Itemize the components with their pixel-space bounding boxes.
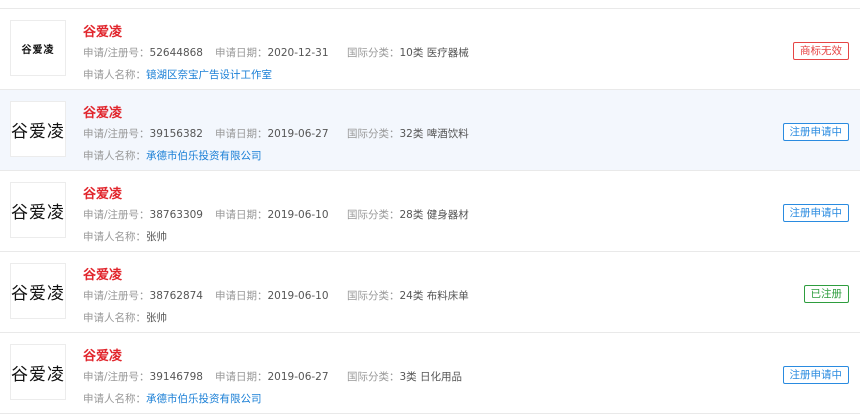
reg-no-label: 申请/注册号： [83,128,150,140]
intl-class-label: 国际分类： [347,371,400,383]
apply-date-label: 申请日期： [215,128,268,140]
trademark-logo[interactable]: 谷爱凌 [10,101,66,157]
applicant-link[interactable]: 镜湖区奈宝广告设计工作室 [146,69,272,81]
intl-class-value: 32类 啤酒饮料 [399,128,469,140]
applicant-line: 申请人名称：张帅 [83,229,167,244]
trademark-result-list: 谷爱凌 谷爱凌 申请/注册号：52644868 申请日期：2020-12-31 国际… [0,0,860,418]
apply-date-value: 2019-06-27 [267,371,329,383]
apply-date-value: 2019-06-10 [267,209,329,221]
trademark-meta: 申请/注册号：38762874 申请日期：2019-06-10 国际分类：24类 布… [83,288,469,303]
applicant-label: 申请人名称： [83,312,146,324]
applicant-link[interactable]: 承德市伯乐投资有限公司 [146,150,262,162]
trademark-meta: 申请/注册号：38763309 申请日期：2019-06-10 国际分类：28类 健… [83,207,469,222]
applicant-label: 申请人名称： [83,69,146,81]
applicant-name: 张帅 [146,231,167,243]
trademark-name[interactable]: 谷爱凌 [83,345,122,364]
intl-class-label: 国际分类： [347,47,400,59]
reg-no-value: 52644868 [149,47,203,59]
intl-class-value: 3类 日化用品 [399,371,463,383]
reg-no-value: 39156382 [149,128,203,140]
applicant-line: 申请人名称：张帅 [83,310,167,325]
applicant-line: 申请人名称：承德市伯乐投资有限公司 [83,148,262,163]
trademark-name[interactable]: 谷爱凌 [83,183,122,202]
trademark-row[interactable]: 谷爱凌 谷爱凌 申请/注册号：39146798 申请日期：2019-06-27 国际… [0,333,860,414]
trademark-row[interactable]: 谷爱凌 谷爱凌 申请/注册号：38763309 申请日期：2019-06-10 国际… [0,171,860,252]
status-badge[interactable]: 注册申请中 [782,204,849,222]
applicant-link[interactable]: 承德市伯乐投资有限公司 [146,393,262,405]
trademark-name[interactable]: 谷爱凌 [83,264,122,283]
trademark-logo[interactable]: 谷爱凌 [10,20,66,76]
trademark-row[interactable]: 谷爱凌 谷爱凌 申请/注册号：38762874 申请日期：2019-06-10 国际… [0,252,860,333]
applicant-line: 申请人名称：承德市伯乐投资有限公司 [83,391,262,406]
applicant-label: 申请人名称： [83,231,146,243]
status-badge[interactable]: 已注册 [803,285,849,303]
trademark-name[interactable]: 谷爱凌 [83,102,122,121]
trademark-meta: 申请/注册号：39156382 申请日期：2019-06-27 国际分类：32类 啤… [83,126,469,141]
apply-date-label: 申请日期： [215,290,268,302]
trademark-row[interactable]: 谷爱凌 谷爱凌 申请/注册号：52644868 申请日期：2020-12-31 国际… [0,9,860,90]
reg-no-value: 38762874 [149,290,203,302]
intl-class-label: 国际分类： [347,209,400,221]
status-badge[interactable]: 注册申请中 [782,123,849,141]
applicant-name: 张帅 [146,312,167,324]
reg-no-value: 39146798 [149,371,203,383]
trademark-logo[interactable]: 谷爱凌 [10,182,66,238]
reg-no-value: 38763309 [149,209,203,221]
applicant-label: 申请人名称： [83,150,146,162]
trademark-name[interactable]: 谷爱凌 [83,21,122,40]
apply-date-value: 2019-06-27 [267,128,329,140]
reg-no-label: 申请/注册号： [83,47,150,59]
reg-no-label: 申请/注册号： [83,209,150,221]
intl-class-value: 28类 健身器材 [399,209,469,221]
trademark-logo[interactable]: 谷爱凌 [10,263,66,319]
intl-class-value: 10类 医疗器械 [399,47,469,59]
status-badge[interactable]: 注册申请中 [782,366,849,384]
intl-class-value: 24类 布料床单 [399,290,469,302]
reg-no-label: 申请/注册号： [83,290,150,302]
status-badge[interactable]: 商标无效 [793,42,849,60]
apply-date-label: 申请日期： [215,209,268,221]
apply-date-value: 2020-12-31 [267,47,329,59]
intl-class-label: 国际分类： [347,290,400,302]
trademark-row[interactable]: 谷爱凌 谷爱凌 申请/注册号：39156382 申请日期：2019-06-27 国际… [0,90,860,171]
apply-date-value: 2019-06-10 [267,290,329,302]
reg-no-label: 申请/注册号： [83,371,150,383]
trademark-logo[interactable]: 谷爱凌 [10,344,66,400]
applicant-line: 申请人名称：镜湖区奈宝广告设计工作室 [83,67,272,82]
trademark-meta: 申请/注册号：39146798 申请日期：2019-06-27 国际分类：3类 日化… [83,369,462,384]
applicant-label: 申请人名称： [83,393,146,405]
apply-date-label: 申请日期： [215,371,268,383]
apply-date-label: 申请日期： [215,47,268,59]
trademark-meta: 申请/注册号：52644868 申请日期：2020-12-31 国际分类：10类 医… [83,45,469,60]
intl-class-label: 国际分类： [347,128,400,140]
